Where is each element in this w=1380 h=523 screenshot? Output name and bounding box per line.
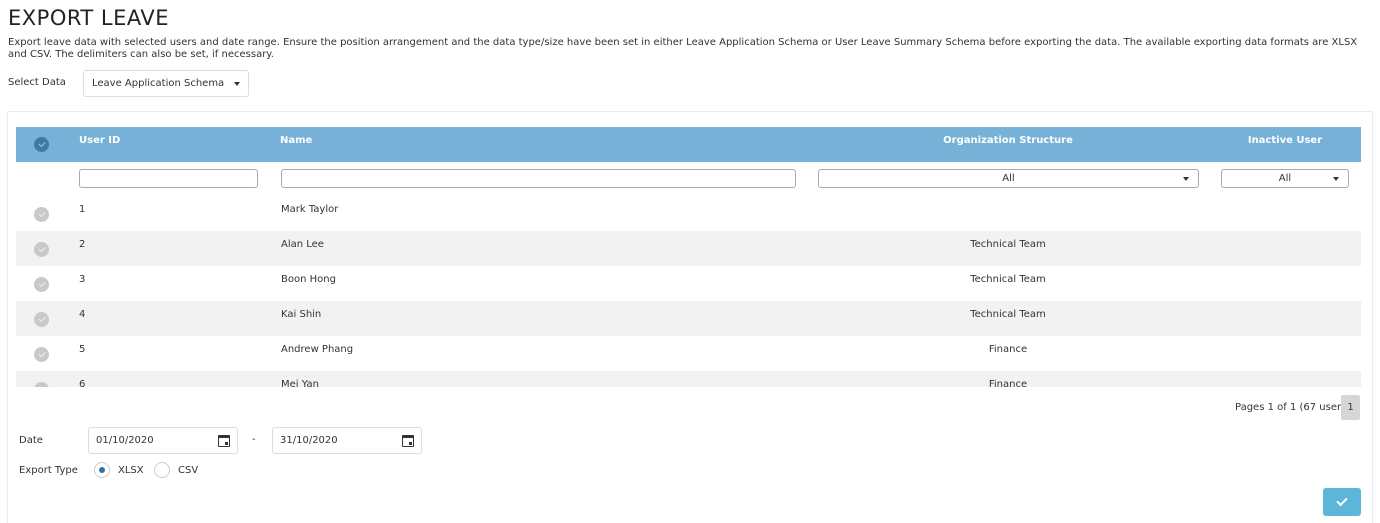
header-user-id[interactable]: User ID (79, 135, 120, 146)
calendar-icon[interactable] (402, 435, 414, 447)
export-type-label: Export Type (19, 465, 78, 476)
row-user-id: 4 (79, 309, 86, 320)
chevron-down-icon (1333, 177, 1339, 181)
page-button-1[interactable]: 1 (1341, 395, 1360, 420)
date-from-value: 01/10/2020 (96, 435, 154, 446)
row-org: Finance (988, 379, 1028, 387)
radio-xlsx[interactable] (94, 462, 110, 478)
table-row[interactable]: 4 Kai Shin Technical Team (16, 301, 1361, 336)
table-row[interactable]: 3 Boon Hong Technical Team (16, 266, 1361, 301)
header-org-structure[interactable]: Organization Structure (818, 135, 1198, 146)
org-filter-select[interactable]: All (818, 169, 1199, 188)
table-row[interactable]: 2 Alan Lee Technical Team (16, 231, 1361, 266)
row-user-id: 6 (79, 379, 86, 387)
row-checkbox[interactable] (34, 312, 49, 327)
row-checkbox[interactable] (34, 347, 49, 362)
select-data-label: Select Data (8, 77, 66, 88)
table-row[interactable]: 5 Andrew Phang Finance (16, 336, 1361, 371)
radio-csv-label[interactable]: CSV (178, 465, 198, 476)
row-user-id: 2 (79, 239, 86, 250)
user-id-filter-input[interactable] (79, 169, 258, 188)
users-table[interactable]: User ID Name Organization Structure Inac… (16, 127, 1361, 387)
radio-csv[interactable] (154, 462, 170, 478)
pager-info: Pages 1 of 1 (67 users) (1235, 402, 1351, 413)
inactive-filter-value: All (1278, 173, 1292, 184)
date-label: Date (19, 435, 43, 446)
row-checkbox[interactable] (34, 382, 49, 387)
name-filter-input[interactable] (281, 169, 796, 188)
row-org: Technical Team (970, 309, 1046, 320)
inactive-filter-select[interactable]: All (1221, 169, 1349, 188)
page-description: Export leave data with selected users an… (8, 37, 1358, 60)
header-name[interactable]: Name (280, 135, 312, 146)
chevron-down-icon (234, 81, 240, 86)
submit-button[interactable] (1323, 488, 1361, 516)
filter-row: All All (16, 162, 1361, 196)
select-all-checkbox[interactable] (34, 137, 49, 152)
row-name: Kai Shin (281, 309, 322, 320)
calendar-icon[interactable] (218, 435, 230, 447)
row-checkbox[interactable] (34, 207, 49, 222)
radio-xlsx-label[interactable]: XLSX (118, 465, 144, 476)
row-org: Technical Team (970, 274, 1046, 285)
date-to-field[interactable]: 31/10/2020 (272, 427, 422, 454)
row-org: Finance (988, 344, 1028, 355)
row-user-id: 1 (79, 204, 86, 215)
row-user-id: 3 (79, 274, 86, 285)
table-row[interactable]: 6 Mei Yan Finance (16, 371, 1361, 387)
row-name: Alan Lee (281, 239, 324, 250)
row-checkbox[interactable] (34, 277, 49, 292)
row-checkbox[interactable] (34, 242, 49, 257)
date-to-value: 31/10/2020 (280, 435, 338, 446)
row-name: Andrew Phang (281, 344, 354, 355)
check-icon (1336, 494, 1348, 507)
table-row[interactable]: 1 Mark Taylor (16, 196, 1361, 231)
chevron-down-icon (1183, 177, 1189, 181)
table-header: User ID Name Organization Structure Inac… (16, 127, 1361, 162)
page-title: EXPORT LEAVE (8, 6, 170, 30)
row-user-id: 5 (79, 344, 86, 355)
row-name: Boon Hong (281, 274, 336, 285)
select-data-value: Leave Application Schema (92, 78, 225, 89)
row-name: Mark Taylor (281, 204, 339, 215)
select-data-dropdown[interactable]: Leave Application Schema (83, 70, 249, 97)
org-filter-value: All (1002, 173, 1015, 184)
row-name: Mei Yan (281, 379, 319, 387)
header-inactive-user[interactable]: Inactive User (1221, 135, 1349, 146)
date-from-field[interactable]: 01/10/2020 (88, 427, 238, 454)
row-org: Technical Team (970, 239, 1046, 250)
date-separator: - (252, 434, 256, 445)
